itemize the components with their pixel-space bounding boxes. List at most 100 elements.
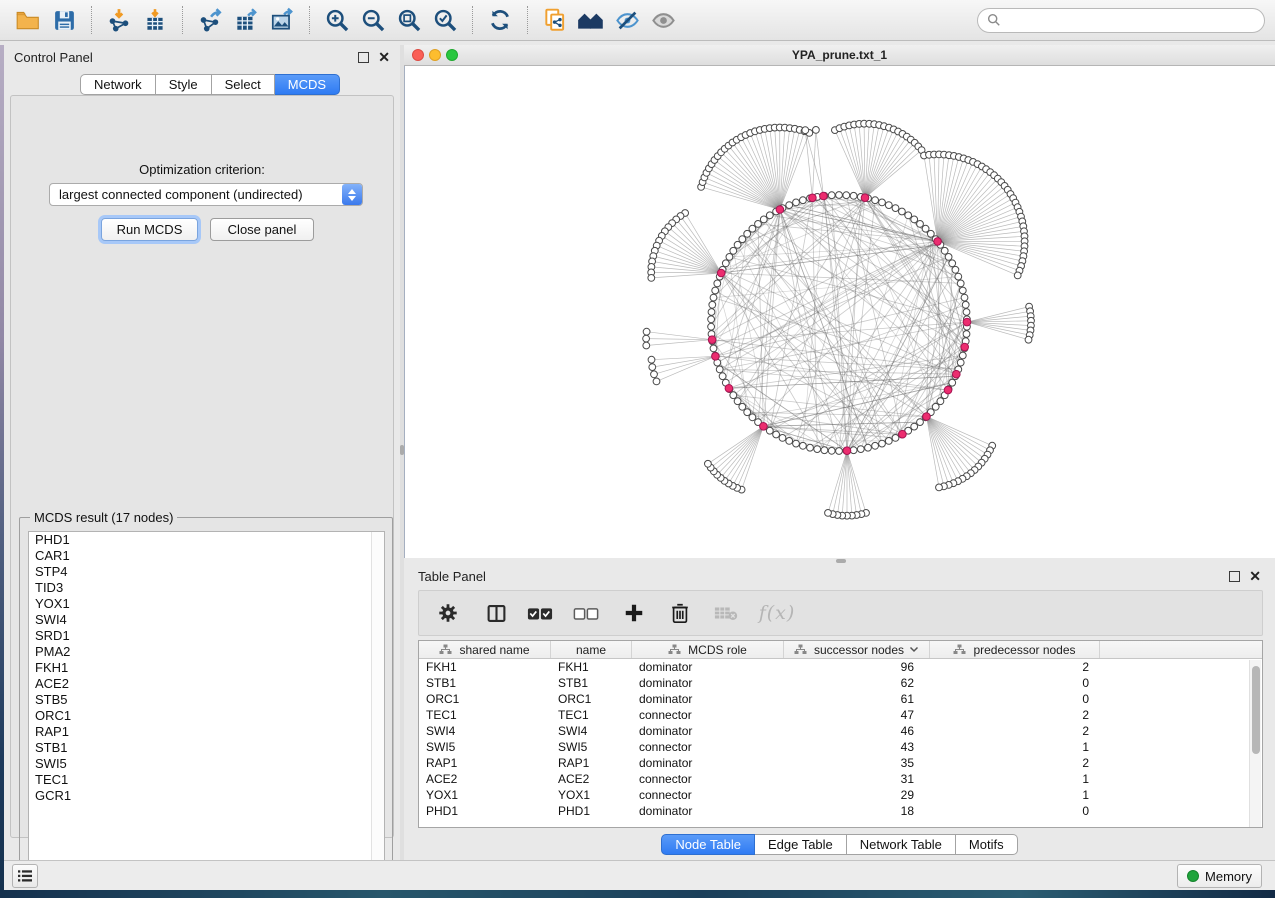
share-document-button[interactable] [537,4,573,36]
graph-node[interactable] [766,427,773,434]
graph-node[interactable] [825,510,832,517]
table-row[interactable]: ORC1ORC1dominator610 [419,691,1262,707]
table-row[interactable]: TEC1TEC1connector472 [419,707,1262,723]
graph-node[interactable] [836,192,843,199]
graph-node[interactable] [836,448,843,455]
graph-node-mcds[interactable] [923,413,931,421]
column-settings-button[interactable] [433,598,463,628]
graph-node[interactable] [959,287,966,294]
table-row[interactable]: SWI5SWI5connector431 [419,739,1262,755]
graph-node[interactable] [952,266,959,273]
graph-node[interactable] [1025,336,1032,343]
graph-node-mcds[interactable] [861,194,869,202]
graph-node[interactable] [800,197,807,204]
scrollbar-thumb[interactable] [1252,666,1260,754]
network-window-titlebar[interactable]: YPA_prune.txt_1 [404,45,1275,66]
graph-node[interactable] [749,225,756,232]
tab-select[interactable]: Select [212,74,275,95]
graph-node[interactable] [710,294,717,301]
graph-node[interactable] [957,280,964,287]
select-all-button[interactable] [525,598,555,628]
table-scrollbar[interactable] [1249,660,1261,827]
graph-node[interactable] [739,403,746,410]
graph-node[interactable] [927,230,934,237]
table-row[interactable]: YOX1YOX1connector291 [419,787,1262,803]
graph-node[interactable] [917,419,924,426]
zoom-in-button[interactable] [319,4,355,36]
add-column-button[interactable] [619,598,649,628]
tab-node-table[interactable]: Node Table [661,834,755,855]
graph-node[interactable] [865,444,872,451]
graph-node[interactable] [807,444,814,451]
graph-node[interactable] [786,438,793,445]
graph-node[interactable] [899,208,906,215]
search-field[interactable] [977,8,1265,33]
graph-node[interactable] [716,366,723,373]
graph-node[interactable] [879,199,886,206]
close-panel-button[interactable]: Close panel [210,218,314,241]
splitter-handle[interactable] [836,559,846,563]
graph-node-mcds[interactable] [809,194,817,202]
panel-mode-button[interactable] [481,598,511,628]
list-item[interactable]: GCR1 [29,788,384,804]
list-item[interactable]: PHD1 [29,532,384,548]
zoom-selected-button[interactable] [427,4,463,36]
graph-node[interactable] [708,309,715,316]
graph-node[interactable] [941,247,948,254]
graph-node[interactable] [705,460,712,467]
graph-node[interactable] [730,247,737,254]
graph-node[interactable] [719,373,726,380]
run-mcds-button[interactable]: Run MCDS [101,218,198,241]
graph-node-mcds[interactable] [712,353,720,361]
graph-node[interactable] [885,438,892,445]
save-session-button[interactable] [46,4,82,36]
graph-node[interactable] [793,199,800,206]
column-header-successor-nodes[interactable]: successor nodes [784,641,930,658]
tab-style[interactable]: Style [156,74,212,95]
close-panel-icon[interactable]: ✕ [1249,571,1261,582]
graph-node-mcds[interactable] [961,343,969,351]
column-header-predecessor-nodes[interactable]: predecessor nodes [930,641,1100,658]
export-table-button[interactable] [228,4,264,36]
table-row[interactable]: RAP1RAP1dominator352 [419,755,1262,771]
table-row[interactable]: PHD1PHD1dominator180 [419,803,1262,819]
list-item[interactable]: ACE2 [29,676,384,692]
import-table-button[interactable] [137,4,173,36]
list-item[interactable]: PMA2 [29,644,384,660]
graph-node[interactable] [714,280,721,287]
graph-node[interactable] [905,212,912,219]
graph-node[interactable] [653,378,660,385]
graph-node-mcds[interactable] [963,318,971,326]
table-row[interactable]: SWI4SWI4dominator462 [419,723,1262,739]
graph-node-mcds[interactable] [717,269,725,277]
graph-node[interactable] [766,212,773,219]
graph-node[interactable] [651,371,658,378]
graph-node[interactable] [892,435,899,442]
graph-node[interactable] [843,192,850,199]
graph-node[interactable] [963,309,970,316]
float-panel-icon[interactable] [358,52,369,63]
open-session-button[interactable] [10,4,46,36]
float-panel-icon[interactable] [1229,571,1240,582]
graph-node[interactable] [722,260,729,267]
graph-node[interactable] [800,442,807,449]
list-item[interactable]: YOX1 [29,596,384,612]
graph-node[interactable] [892,205,899,212]
list-item[interactable]: STB1 [29,740,384,756]
table-row[interactable]: STB1STB1dominator620 [419,675,1262,691]
tab-network[interactable]: Network [80,74,156,95]
graph-node[interactable] [648,275,655,282]
list-item[interactable]: STP4 [29,564,384,580]
graph-node[interactable] [872,442,879,449]
memory-button[interactable]: Memory [1177,864,1262,888]
mcds-result-list[interactable]: PHD1CAR1STP4TID3YOX1SWI4SRD1PMA2FKH1ACE2… [28,531,385,882]
graph-node-mcds[interactable] [934,238,942,246]
graph-node[interactable] [828,192,835,199]
graph-node[interactable] [949,260,956,267]
zoom-out-button[interactable] [355,4,391,36]
graph-node[interactable] [959,352,966,359]
graph-node[interactable] [710,345,717,352]
graph-node[interactable] [793,440,800,447]
deselect-all-button[interactable] [571,598,601,628]
mcds-list-scrollbar[interactable] [371,532,384,881]
